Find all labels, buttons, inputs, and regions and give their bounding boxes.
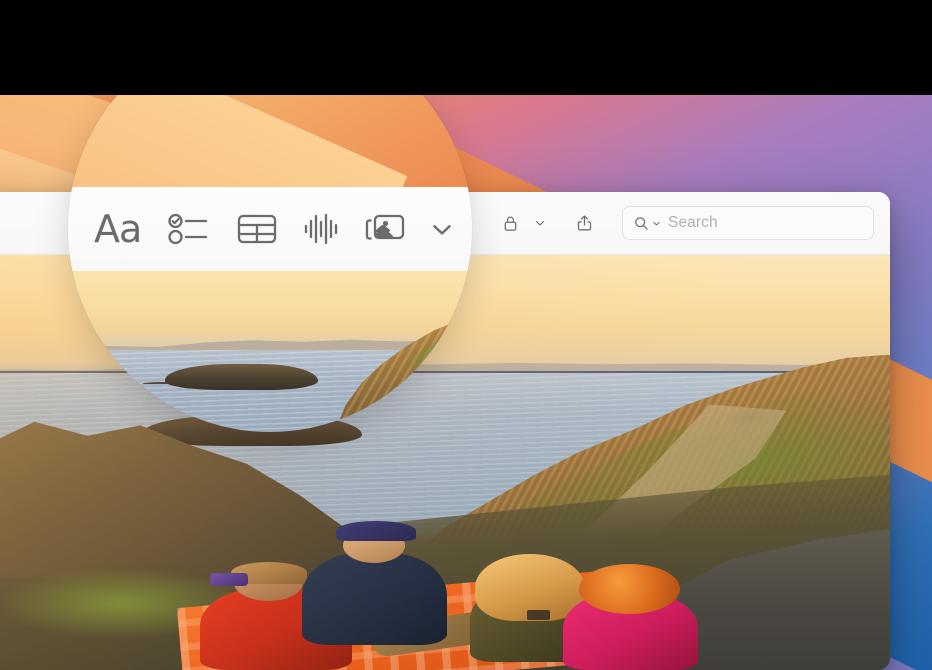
share-button[interactable]: [564, 203, 604, 243]
photo-bandana: [336, 520, 416, 541]
magnified-photo-island: [164, 364, 319, 391]
chevron-down-icon[interactable]: [429, 216, 455, 242]
magnified-photo-sky: [68, 271, 472, 349]
search-input[interactable]: Search: [668, 214, 718, 232]
format-aa-icon[interactable]: Aa: [94, 210, 142, 248]
letterbox-top: [0, 0, 932, 95]
checklist-icon[interactable]: [167, 212, 211, 246]
magnified-toolbar: Aa: [68, 187, 472, 271]
search-scope-chevron-down-icon[interactable]: [652, 219, 661, 228]
photo-person-adult-bandana: [295, 520, 494, 659]
lock-dropdown[interactable]: [530, 203, 550, 243]
audio-waveform-icon[interactable]: [303, 212, 339, 246]
table-icon[interactable]: [237, 213, 277, 245]
search-icon: [633, 215, 650, 232]
photo-phone: [527, 609, 551, 620]
media-photos-icon[interactable]: [365, 212, 409, 246]
photo-person-hair: [578, 564, 680, 614]
screenshot-stage: Search Aa: [0, 0, 932, 670]
lock-button[interactable]: [490, 203, 530, 243]
photo-person-child-red-hair: [554, 564, 708, 670]
photo-binoculars: [209, 572, 248, 586]
search-field[interactable]: Search: [622, 206, 874, 240]
magnified-photo: [68, 271, 472, 432]
photo-person-body: [301, 552, 447, 646]
